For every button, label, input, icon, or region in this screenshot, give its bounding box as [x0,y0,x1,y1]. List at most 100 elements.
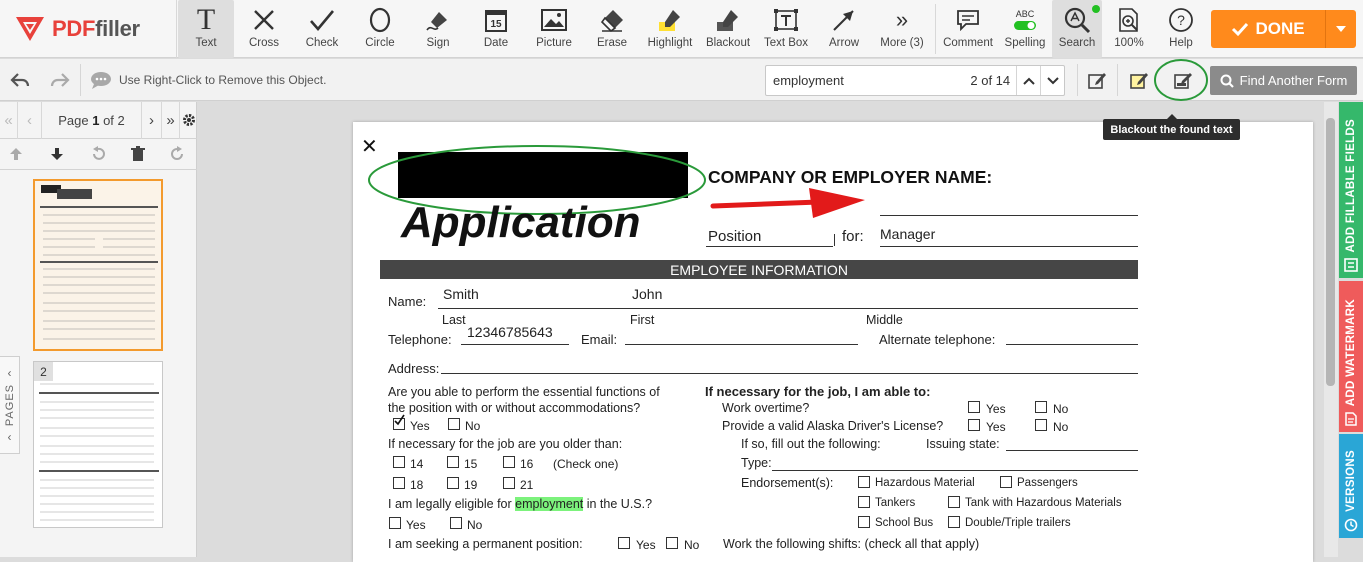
scrollbar-thumb[interactable] [1326,118,1335,386]
find-another-form-button[interactable]: Find Another Form [1210,66,1357,95]
overtime-yes-checkbox[interactable] [968,401,980,413]
address-field-line[interactable] [441,373,1138,374]
replace-found-text-button[interactable] [1082,64,1112,96]
text-tool[interactable]: T Text [178,0,234,58]
permanent-yes-checkbox[interactable] [618,537,630,549]
email-field-line[interactable] [625,344,858,345]
cross-tool[interactable]: Cross [236,0,292,58]
question-functions: Are you able to perform the essential fu… [388,385,660,399]
undo-button[interactable] [6,66,34,94]
double-chevron-left-icon: « [4,111,13,129]
delete-page-button[interactable] [130,146,146,167]
highlight-found-text-button[interactable] [1124,64,1154,96]
pages-tab[interactable]: ‹ PAGES ‹ [0,356,20,454]
move-page-up-button[interactable] [8,146,24,167]
chevron-left-icon: ‹ [27,111,32,129]
alt-telephone-field-line[interactable] [1006,344,1138,345]
page-thumbnail-1[interactable]: 1 [33,179,163,351]
done-dropdown-button[interactable] [1326,10,1356,48]
edit-document-icon [1088,73,1106,89]
search-next-button[interactable] [1040,66,1064,95]
add-fillable-fields-tab[interactable]: ADD FILLABLE FIELDS [1339,102,1363,278]
passengers-checkbox[interactable] [1000,476,1012,488]
issuing-state-field-line[interactable] [1006,450,1138,451]
search-prev-button[interactable] [1016,66,1040,95]
redo-button[interactable] [46,66,74,94]
blackout-tool[interactable]: Blackout [700,0,756,58]
work-overtime-label: Work overtime? [722,401,810,415]
first-page-button[interactable]: « [0,101,18,139]
done-main-button[interactable]: DONE [1211,10,1326,48]
alaska-license-label: Provide a valid Alaska Driver's License? [722,419,944,433]
page-thumbnail-2[interactable]: 2 [33,361,163,528]
spelling-icon-text: ABC [1016,9,1035,19]
first-name-value[interactable]: John [632,286,662,302]
check-tool[interactable]: Check [294,0,350,58]
age-21-checkbox[interactable] [503,477,515,489]
red-arrow-annotation[interactable] [709,184,869,224]
tank-hazmat-checkbox[interactable] [948,496,960,508]
text-box-icon [773,6,799,34]
age-19-label: 19 [464,478,478,492]
license-yes-checkbox[interactable] [968,419,980,431]
company-field-line[interactable] [880,215,1138,216]
address-label: Address: [388,361,440,376]
page-settings-button[interactable] [180,102,197,139]
last-page-button[interactable]: » [162,101,180,139]
document-page[interactable]: ✕ Application COMPANY OR EMPLOYER NAME: … [353,122,1313,562]
telephone-value[interactable]: 12346785643 [467,324,553,340]
name-field-line[interactable] [438,308,1138,309]
highlight-tool[interactable]: Highlight [642,0,698,58]
age-16-checkbox[interactable] [503,456,515,468]
age-18-checkbox[interactable] [393,477,405,489]
search-tool[interactable]: Search [1052,0,1102,58]
age-14-checkbox[interactable] [393,456,405,468]
tankers-checkbox[interactable] [858,496,870,508]
license-no-checkbox[interactable] [1035,419,1047,431]
rotate-page-button[interactable] [90,146,106,167]
position-field-line[interactable] [706,246,833,247]
telephone-field-line[interactable] [461,344,569,345]
move-page-down-button[interactable] [49,146,65,167]
spelling-tool[interactable]: ABC Spelling [998,0,1052,58]
position-value[interactable]: Manager [880,226,935,242]
circle-tool[interactable]: Circle [352,0,408,58]
next-page-button[interactable]: › [142,101,162,139]
add-watermark-tab[interactable]: ADD WATERMARK [1339,281,1363,432]
age-15-checkbox[interactable] [447,456,459,468]
overtime-no-checkbox[interactable] [1035,401,1047,413]
arrow-tool[interactable]: Arrow [816,0,872,58]
more-tools[interactable]: » More (3) [874,0,930,58]
done-button[interactable]: DONE [1211,10,1356,48]
date-tool[interactable]: 15 Date [468,0,524,58]
type-field-line[interactable] [772,470,1138,471]
search-input[interactable] [773,73,953,88]
versions-tab[interactable]: VERSIONS [1339,434,1363,538]
permanent-no-checkbox[interactable] [666,537,678,549]
functions-yes-checkbox[interactable] [393,414,405,430]
reload-page-button[interactable] [169,146,185,167]
refresh-icon [171,146,183,160]
school-bus-checkbox[interactable] [858,516,870,528]
picture-tool[interactable]: Picture [526,0,582,58]
check-icon [394,414,405,426]
sign-tool[interactable]: Sign [410,0,466,58]
age-19-checkbox[interactable] [447,477,459,489]
passengers-label: Passengers [1017,477,1078,489]
eligible-no-checkbox[interactable] [450,517,462,529]
erase-tool[interactable]: Erase [584,0,640,58]
text-box-tool[interactable]: Text Box [758,0,814,58]
position-for-field-line[interactable] [880,246,1138,247]
functions-no-checkbox[interactable] [448,418,460,430]
zoom-tool[interactable]: 100% [1104,0,1154,58]
eligible-yes-checkbox[interactable] [389,517,401,529]
hazardous-material-checkbox[interactable] [858,476,870,488]
last-name-value[interactable]: Smith [443,286,479,302]
double-triple-checkbox[interactable] [948,516,960,528]
comment-tool[interactable]: Comment [938,0,998,58]
pdffiller-logo[interactable]: PDFfiller [0,0,177,58]
prev-page-button[interactable]: ‹ [18,101,42,139]
help-tool[interactable]: ? Help [1156,0,1206,58]
page-navigation: « ‹ Page 1 of 2 › » [0,101,197,139]
age-15-label: 15 [464,457,478,471]
